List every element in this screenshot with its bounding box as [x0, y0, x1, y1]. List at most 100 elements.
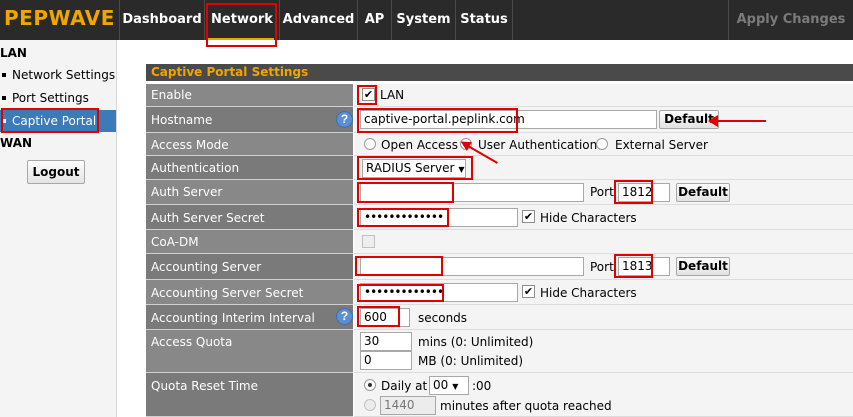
acct-server-port-input[interactable]: 1813 — [618, 257, 670, 276]
acct-secret-input[interactable]: ••••••••••••• — [360, 283, 518, 302]
row-quota-reset: Quota Reset Time Daily at 00 ▼ :00 1440 m… — [146, 373, 853, 417]
tab-system[interactable]: System — [391, 0, 455, 40]
auth-server-input[interactable] — [360, 183, 584, 202]
auth-server-port-label: Port — [590, 185, 614, 199]
annotation-arrowhead — [708, 115, 718, 127]
label-text: Access Mode — [151, 138, 229, 152]
tab-ap[interactable]: AP — [357, 0, 391, 40]
top-nav-bar: PEPWAVE Dashboard Network Advanced AP Sy… — [0, 0, 853, 40]
value-enable: ✔ LAN — [354, 84, 853, 107]
value-acct-server: Port 1813 Default — [354, 254, 853, 280]
authentication-select[interactable]: RADIUS Server ▼ — [362, 159, 466, 178]
radio-external-server[interactable] — [596, 138, 608, 150]
auth-server-port-input[interactable]: 1812 — [618, 183, 670, 202]
auth-hide-characters-checkbox[interactable]: ✔ — [522, 210, 535, 223]
dropdown-arrow-icon: ▼ — [458, 165, 465, 174]
bullet-icon — [2, 72, 6, 77]
radio-open-access-label: Open Access — [381, 138, 458, 152]
apply-changes-button[interactable]: Apply Changes — [728, 0, 853, 40]
coa-dm-checkbox[interactable] — [362, 235, 375, 248]
help-icon[interactable]: ? — [336, 308, 353, 325]
row-acct-server: Accounting Server Port 1813 Default — [146, 254, 853, 280]
authentication-select-value: RADIUS Server — [366, 161, 455, 175]
auth-hide-characters-label: Hide Characters — [540, 211, 637, 225]
radio-minutes-after[interactable] — [364, 399, 376, 411]
value-acct-secret: ••••••••••••• ✔ Hide Characters — [354, 280, 853, 305]
row-auth-secret: Auth Server Secret ••••••••••••• ✔ Hide … — [146, 205, 853, 230]
reset-hour-select[interactable]: 00 ▼ — [429, 376, 469, 395]
tab-network[interactable]: Network — [204, 0, 279, 40]
radio-daily-at[interactable] — [364, 379, 376, 391]
sidebar-item-label: Port Settings — [12, 91, 89, 105]
row-authentication: Authentication RADIUS Server ▼ — [146, 156, 853, 180]
radio-open-access[interactable] — [364, 138, 376, 150]
value-authentication: RADIUS Server ▼ — [354, 156, 853, 180]
value-hostname: captive-portal.peplink.com Default — [354, 107, 853, 133]
help-icon[interactable]: ? — [336, 111, 353, 128]
row-enable: Enable ✔ LAN — [146, 84, 853, 107]
value-auth-server: Port 1812 Default — [354, 180, 853, 205]
acct-server-port-label: Port — [590, 260, 614, 274]
label-text: Quota Reset Time — [151, 379, 258, 393]
label-auth-server: Auth Server — [146, 180, 353, 205]
brand-logo: PEPWAVE — [4, 6, 115, 30]
acct-hide-characters-checkbox[interactable]: ✔ — [522, 285, 535, 298]
acct-hide-characters-label: Hide Characters — [540, 286, 637, 300]
tab-advanced[interactable]: Advanced — [279, 0, 357, 40]
label-text: Enable — [151, 88, 192, 102]
auth-secret-input[interactable]: ••••••••••••• — [360, 208, 518, 227]
quota-mb-unit: MB (0: Unlimited) — [418, 354, 524, 368]
label-text: Auth Server — [151, 185, 223, 199]
label-text: Hostname — [151, 113, 213, 127]
sidebar-item-port-settings[interactable]: Port Settings — [0, 87, 116, 109]
label-interim: Accounting Interim Interval — [146, 305, 353, 330]
row-access-mode: Access Mode Open Access User Authenticat… — [146, 133, 853, 156]
sidebar-item-network-settings[interactable]: Network Settings — [0, 64, 116, 86]
bullet-icon — [2, 95, 6, 100]
auth-port-default-button[interactable]: Default — [676, 183, 730, 202]
hostname-input[interactable]: captive-portal.peplink.com — [360, 110, 657, 129]
quota-mb-input[interactable]: 0 — [360, 351, 412, 370]
value-interim: 600 seconds — [354, 305, 853, 330]
value-access-mode: Open Access User Authentication External… — [354, 133, 853, 156]
enable-lan-checkbox[interactable]: ✔ — [362, 88, 375, 101]
label-coa-dm: CoA-DM — [146, 230, 353, 254]
minutes-after-label: minutes after quota reached — [440, 399, 612, 413]
acct-port-default-button[interactable]: Default — [676, 257, 730, 276]
sidebar-item-label: Network Settings — [12, 68, 116, 82]
label-text: Authentication — [151, 161, 240, 175]
radio-user-authentication-label: User Authentication — [478, 138, 598, 152]
label-acct-secret: Accounting Server Secret — [146, 280, 353, 305]
tab-status[interactable]: Status — [455, 0, 513, 40]
active-tab-indicator — [208, 38, 274, 40]
dropdown-arrow-icon: ▼ — [452, 382, 459, 391]
bullet-icon — [2, 118, 6, 123]
radio-external-server-label: External Server — [615, 138, 708, 152]
value-quota-reset: Daily at 00 ▼ :00 1440 minutes after quot… — [354, 373, 853, 417]
minutes-after-input[interactable]: 1440 — [380, 396, 436, 415]
sidebar-item-captive-portal[interactable]: Captive Portal — [0, 110, 116, 132]
label-acct-server: Accounting Server — [146, 254, 353, 280]
reset-hour-value: 00 — [433, 378, 449, 392]
row-access-quota: Access Quota 30 mins (0: Unlimited) 0 MB… — [146, 330, 853, 373]
value-coa-dm — [354, 230, 853, 254]
label-text: Accounting Server Secret — [151, 286, 304, 300]
row-acct-secret: Accounting Server Secret ••••••••••••• ✔… — [146, 280, 853, 305]
panel-title: Captive Portal Settings — [146, 64, 853, 81]
label-text: Access Quota — [151, 335, 233, 349]
value-access-quota: 30 mins (0: Unlimited) 0 MB (0: Unlimite… — [354, 330, 853, 373]
interim-input[interactable]: 600 — [360, 308, 410, 327]
tab-dashboard[interactable]: Dashboard — [119, 0, 204, 40]
sidebar: LAN Network Settings Port Settings Capti… — [0, 40, 117, 417]
logout-button[interactable]: Logout — [27, 160, 85, 184]
label-auth-secret: Auth Server Secret — [146, 205, 353, 230]
label-text: Auth Server Secret — [151, 211, 265, 225]
sidebar-heading-lan: LAN — [0, 46, 27, 60]
label-access-mode: Access Mode — [146, 133, 353, 156]
acct-server-input[interactable] — [360, 257, 584, 276]
captive-portal-settings-panel: Captive Portal Settings — [146, 64, 853, 81]
interim-unit-label: seconds — [418, 311, 468, 325]
quota-mins-input[interactable]: 30 — [360, 332, 412, 351]
label-enable: Enable — [146, 84, 353, 107]
row-auth-server: Auth Server Port 1812 Default — [146, 180, 853, 205]
